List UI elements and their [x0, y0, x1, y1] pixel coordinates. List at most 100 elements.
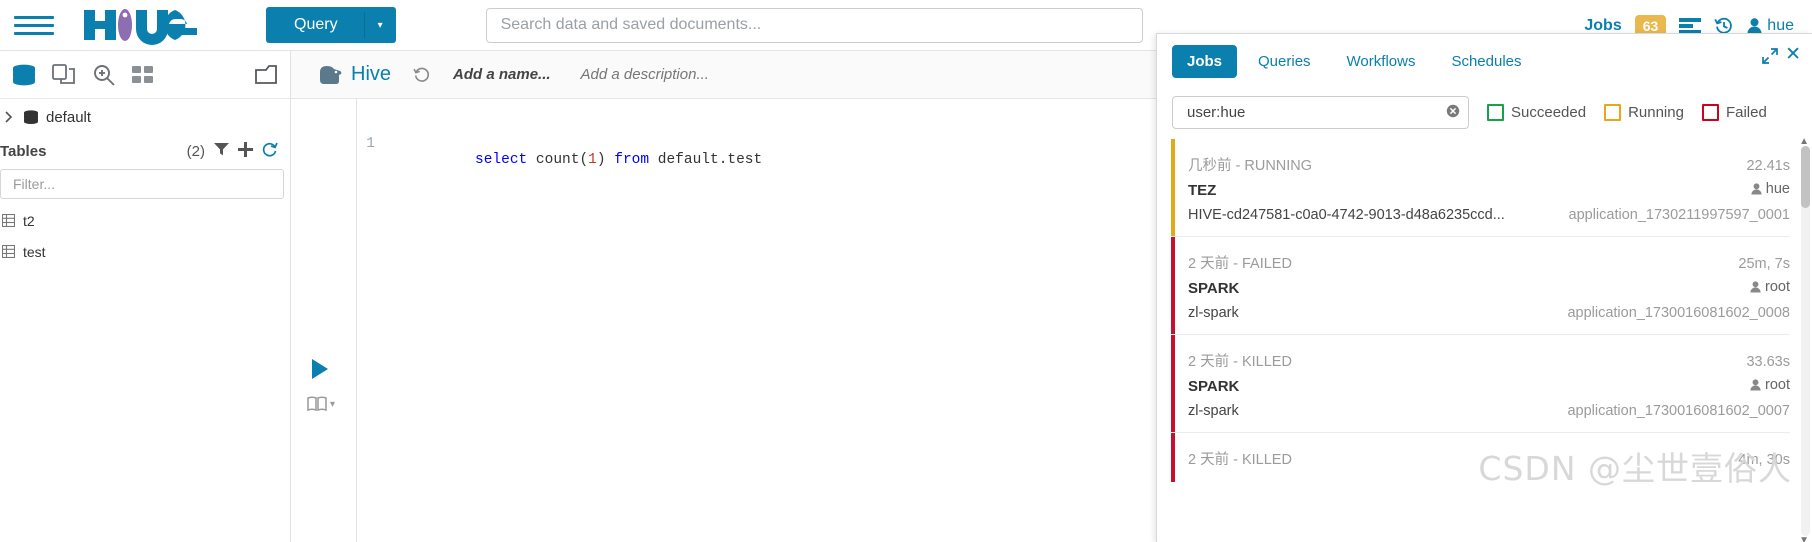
- refresh-icon[interactable]: [262, 142, 278, 161]
- engine-selector[interactable]: Hive: [317, 63, 391, 87]
- table-icon: [2, 245, 15, 258]
- book-icon: [307, 396, 327, 412]
- jobs-search-input[interactable]: [1185, 103, 1446, 122]
- jobs-panel-header: Jobs Queries Workflows Schedules ✕: [1157, 34, 1812, 90]
- hamburger-icon[interactable]: [14, 8, 54, 42]
- list-item[interactable]: test: [0, 236, 290, 267]
- job-type: SPARK: [1188, 378, 1240, 395]
- list-item[interactable]: 2 天前 - KILLED 4m, 30s: [1171, 433, 1790, 482]
- tables-label: Tables: [0, 142, 47, 160]
- list-item[interactable]: 2 天前 - FAILED 25m, 7s SPARK root zl-spar…: [1171, 237, 1790, 334]
- job-user-name: hue: [1765, 181, 1790, 197]
- tables-header: Tables (2): [0, 135, 290, 167]
- scrollbar-thumb[interactable]: [1801, 146, 1810, 208]
- checkbox-failed[interactable]: [1701, 104, 1719, 121]
- sql-paren: ): [596, 152, 615, 168]
- query-name-field[interactable]: Add a name...: [453, 66, 551, 83]
- tab-schedules[interactable]: Schedules: [1436, 45, 1536, 78]
- collapse-icon[interactable]: [254, 64, 278, 86]
- engine-name: Hive: [351, 63, 392, 85]
- add-icon[interactable]: [238, 141, 253, 161]
- filter-failed-label: Failed: [1725, 104, 1767, 121]
- tables-filter-input[interactable]: [11, 175, 273, 193]
- jobs-list[interactable]: 几秒前 - RUNNING 22.41s TEZ hue HIVE-cd2475…: [1157, 139, 1812, 542]
- jobs-filter-bar: Succeeded Running Failed: [1157, 90, 1812, 129]
- editor-action-gutter: [291, 99, 357, 542]
- job-duration: 22.41s: [1746, 158, 1790, 174]
- filter-succeeded[interactable]: Succeeded: [1487, 104, 1586, 121]
- list-item[interactable]: 2 天前 - KILLED 33.63s SPARK root zl-spark…: [1171, 335, 1790, 432]
- database-small-icon: [24, 109, 38, 124]
- close-icon[interactable]: ✕: [1785, 45, 1801, 64]
- database-icon[interactable]: [12, 64, 36, 86]
- editor-history-icon[interactable]: [413, 66, 431, 84]
- job-status: 几秒前 - RUNNING: [1188, 158, 1313, 174]
- search-icon[interactable]: [92, 64, 116, 86]
- clear-icon[interactable]: [1446, 104, 1460, 121]
- scroll-up-icon[interactable]: ▲: [1799, 136, 1809, 147]
- filter-succeeded-label: Succeeded: [1511, 104, 1587, 121]
- expand-icon[interactable]: [1762, 48, 1778, 68]
- job-browser-icon[interactable]: [1679, 17, 1702, 35]
- jobs-panel: Jobs Queries Workflows Schedules ✕ user:…: [1156, 33, 1812, 542]
- job-user: hue: [1751, 181, 1790, 197]
- search-input[interactable]: [498, 15, 1130, 35]
- filter-failed[interactable]: Failed: [1701, 104, 1767, 121]
- user-menu[interactable]: hue: [1747, 17, 1794, 35]
- job-duration: 4m, 30s: [1738, 452, 1790, 468]
- tables-filter[interactable]: [0, 169, 284, 199]
- user-icon: [1750, 379, 1761, 391]
- sql-function: count(: [527, 152, 589, 168]
- list-item[interactable]: 几秒前 - RUNNING 22.41s TEZ hue HIVE-cd2475…: [1171, 139, 1790, 236]
- hive-icon: [320, 65, 342, 84]
- documents-icon[interactable]: [52, 63, 76, 86]
- hue-logo[interactable]: [80, 4, 208, 46]
- tables-count: (2): [186, 142, 205, 160]
- job-type: TEZ: [1188, 182, 1217, 199]
- tab-queries[interactable]: Queries: [1243, 45, 1326, 78]
- play-icon: [312, 359, 328, 379]
- job-name: zl-spark: [1188, 305, 1239, 321]
- table-name: test: [23, 243, 46, 260]
- query-description-field[interactable]: Add a description...: [581, 66, 709, 83]
- run-query-button[interactable]: [311, 359, 329, 385]
- tab-jobs[interactable]: Jobs: [1172, 45, 1238, 78]
- jobs-list-scrollbar[interactable]: ▲ ▼: [1799, 136, 1810, 542]
- job-name: HIVE-cd247581-c0a0-4742-9013-d48a6235ccd…: [1188, 207, 1505, 223]
- user-name: hue: [1767, 16, 1794, 34]
- checkbox-running[interactable]: [1604, 104, 1622, 121]
- jobs-panel-tabs: Jobs Queries Workflows Schedules: [1157, 34, 1812, 78]
- database-selector[interactable]: default: [0, 99, 290, 135]
- checkbox-succeeded[interactable]: [1487, 104, 1504, 121]
- jobs-search[interactable]: [1172, 96, 1469, 129]
- tab-workflows[interactable]: Workflows: [1332, 45, 1431, 78]
- job-user-name: root: [1765, 377, 1790, 393]
- table-name: t2: [23, 212, 35, 229]
- job-duration: 33.63s: [1746, 354, 1790, 370]
- job-app-id: application_1730211997597_0001: [1568, 207, 1790, 223]
- assist-icon-bar: [0, 51, 290, 99]
- jobs-link[interactable]: Jobs: [1584, 17, 1621, 35]
- query-button-label: Query: [294, 16, 338, 33]
- global-search[interactable]: [485, 7, 1143, 43]
- chevron-right-icon: [5, 111, 13, 123]
- filter-running[interactable]: Running: [1604, 104, 1684, 121]
- table-icon: [2, 214, 15, 227]
- filter-running-label: Running: [1628, 104, 1684, 121]
- dashboard-icon[interactable]: [132, 65, 154, 85]
- query-button[interactable]: Query ▾: [266, 7, 396, 43]
- line-number: 1: [366, 136, 375, 152]
- scroll-down-icon[interactable]: ▼: [1799, 535, 1809, 542]
- list-item[interactable]: t2: [0, 205, 290, 236]
- job-user-name: root: [1765, 279, 1790, 295]
- job-status: 2 天前 - KILLED: [1188, 354, 1292, 370]
- chevron-down-icon[interactable]: ▾: [365, 20, 396, 31]
- user-icon: [1750, 281, 1761, 293]
- filter-icon[interactable]: [214, 142, 229, 160]
- job-status: 2 天前 - FAILED: [1188, 256, 1292, 272]
- job-name: zl-spark: [1188, 403, 1239, 419]
- sql-table-ref: default.test: [649, 152, 763, 168]
- chevron-down-icon[interactable]: ▾: [330, 399, 335, 410]
- job-user: root: [1750, 279, 1790, 295]
- saved-queries-button[interactable]: ▾: [307, 396, 335, 412]
